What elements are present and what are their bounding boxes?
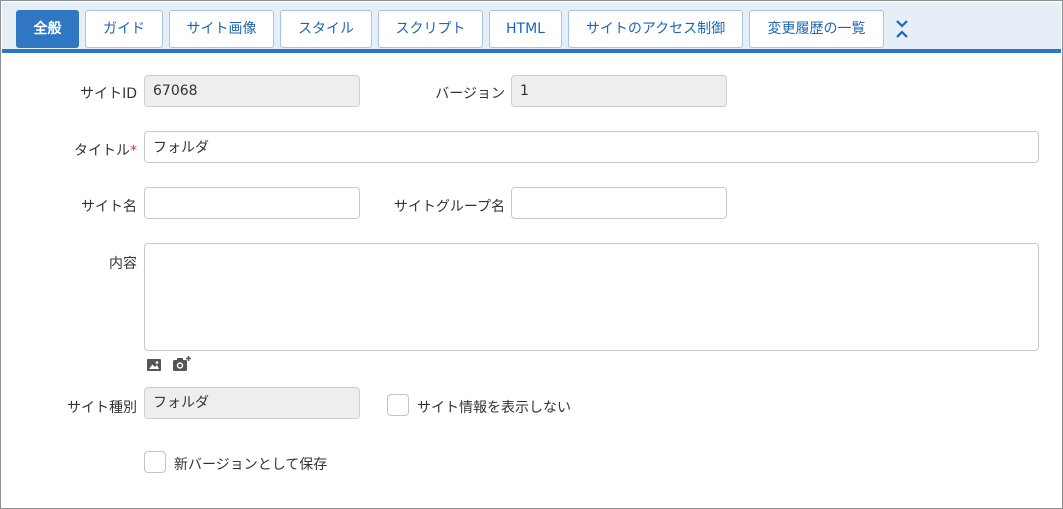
site-name-input[interactable] xyxy=(144,187,360,219)
double-chevron-icon[interactable] xyxy=(893,16,911,42)
version-label: バージョン xyxy=(435,86,505,102)
site-id-label: サイトID xyxy=(80,86,137,102)
hide-site-info-label[interactable]: サイト情報を表示しない xyxy=(417,397,571,417)
tab-bar: 全般 ガイド サイト画像 スタイル スクリプト HTML サイトのアクセス制御 … xyxy=(2,2,1061,53)
tab-guide[interactable]: ガイド xyxy=(85,10,163,48)
camera-plus-icon-graphic xyxy=(173,356,191,371)
hide-site-info-checkbox[interactable] xyxy=(387,394,409,416)
double-chevron-icon-graphic xyxy=(896,20,908,38)
tab-script[interactable]: スクリプト xyxy=(378,10,483,48)
tab-general[interactable]: 全般 xyxy=(16,10,79,48)
tab-site-access-control[interactable]: サイトのアクセス制御 xyxy=(568,10,743,48)
camera-plus-icon[interactable] xyxy=(172,355,192,373)
title-input[interactable] xyxy=(144,131,1039,163)
site-name-label: サイト名 xyxy=(81,199,137,215)
save-as-new-version-label[interactable]: 新バージョンとして保存 xyxy=(174,454,327,474)
site-settings-panel: 全般 ガイド サイト画像 スタイル スクリプト HTML サイトのアクセス制御 … xyxy=(0,0,1063,509)
site-type-label: サイト種別 xyxy=(67,400,137,416)
site-group-name-input[interactable] xyxy=(511,187,727,219)
tab-style[interactable]: スタイル xyxy=(280,10,372,48)
tab-site-image[interactable]: サイト画像 xyxy=(169,10,274,48)
tab-html[interactable]: HTML xyxy=(489,10,562,48)
site-type-field: フォルダ xyxy=(144,387,360,419)
content-textarea[interactable] xyxy=(144,243,1039,351)
version-field: 1 xyxy=(511,75,727,107)
site-id-field: 67068 xyxy=(144,75,360,107)
content-label: 内容 xyxy=(109,256,137,272)
required-mark: * xyxy=(130,143,137,159)
save-as-new-version-checkbox[interactable] xyxy=(144,451,166,473)
title-label: タイトル* xyxy=(41,140,137,160)
image-icon[interactable] xyxy=(146,357,162,373)
tab-change-history[interactable]: 変更履歴の一覧 xyxy=(749,10,884,48)
title-label-text: タイトル xyxy=(74,143,130,159)
image-icon-graphic xyxy=(147,359,161,371)
site-group-name-label: サイトグループ名 xyxy=(393,199,505,215)
